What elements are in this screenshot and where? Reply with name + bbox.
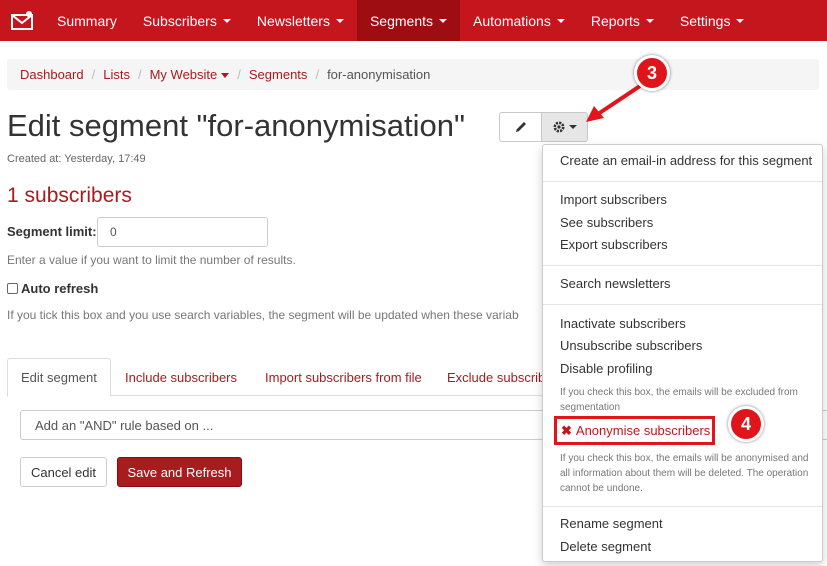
menu-import-subscribers[interactable]: Import subscribers [560,192,667,207]
auto-refresh-label: Auto refresh [21,281,99,296]
caret-down-icon [569,125,577,129]
auto-refresh-help: If you tick this box and you use search … [7,308,519,322]
page-title: Edit segment "for-anonymisation" [7,108,465,143]
menu-unsubscribe-subscribers[interactable]: Unsubscribe subscribers [560,338,702,353]
subscriber-count: 1 subscribers [7,184,132,207]
caret-down-icon [221,73,230,79]
menu-delete-segment[interactable]: Delete segment [560,539,651,554]
tab-exclude-subscribers[interactable]: Exclude subscrib [447,358,545,396]
breadcrumb-my-website[interactable]: My Website [150,67,230,82]
anonymise-help: If you check this box, the emails will b… [560,453,809,494]
step-4-callout: 4 [728,406,764,442]
menu-export-subscribers[interactable]: Export subscribers [560,237,668,252]
envelope-logo-icon [11,10,33,30]
and-rule-select[interactable]: Add an "AND" rule based on ... [20,410,550,440]
auto-refresh-row: Auto refresh [7,281,98,296]
menu-divider [543,304,822,305]
nav-summary[interactable]: Summary [44,0,130,41]
caret-down-icon [439,18,448,23]
caret-down-icon [645,18,654,23]
gear-icon [553,121,565,133]
menu-divider [543,506,822,507]
breadcrumb-segments[interactable]: Segments [249,67,308,82]
menu-search-newsletters[interactable]: Search newsletters [560,276,671,291]
menu-see-subscribers[interactable]: See subscribers [560,215,653,230]
caret-down-icon [556,18,565,23]
pencil-icon [515,122,526,132]
tab-include-subscribers[interactable]: Include subscribers [125,358,237,396]
edit-name-button[interactable] [499,112,542,142]
breadcrumb-current: for-anonymisation [327,67,431,82]
segment-tabs: Edit segment Include subscribers Import … [7,358,545,397]
nav-subscribers[interactable]: Subscribers [130,0,244,41]
menu-divider [543,265,822,266]
tab-edit-segment[interactable]: Edit segment [7,358,111,397]
breadcrumb-separator: / [137,67,142,82]
nav-automations[interactable]: Automations [460,0,578,41]
nav-segments[interactable]: Segments [356,0,461,41]
caret-down-icon [222,18,231,23]
segment-limit-help: Enter a value if you want to limit the n… [7,253,296,267]
breadcrumb-dashboard[interactable]: Dashboard [20,67,84,82]
tab-import-subscribers-from-file[interactable]: Import subscribers from file [265,358,422,396]
menu-create-email-in[interactable]: Create an email-in address for this segm… [560,153,812,168]
breadcrumb-separator: / [91,67,96,82]
menu-divider [543,181,822,182]
created-at: Created at: Yesterday, 17:49 [7,153,146,165]
step-3-callout: 3 [634,55,670,91]
disable-profiling-help: If you check this box, the emails will b… [560,387,798,413]
caret-down-icon [335,18,344,23]
breadcrumb-separator: / [315,67,320,82]
save-and-refresh-button[interactable]: Save and Refresh [117,457,242,487]
segment-limit-input[interactable] [97,217,268,247]
nav-newsletters[interactable]: Newsletters [244,0,357,41]
menu-rename-segment[interactable]: Rename segment [560,516,663,531]
title-button-group [499,112,588,142]
auto-refresh-checkbox[interactable] [7,283,18,294]
menu-anonymise-subscribers[interactable]: ✖ Anonymise subscribers [554,416,715,445]
breadcrumb: Dashboard / Lists / My Website / Segment… [7,59,819,90]
breadcrumb-lists[interactable]: Lists [103,67,130,82]
top-navbar: Summary Subscribers Newsletters Segments… [0,0,827,41]
nav-reports[interactable]: Reports [578,0,667,41]
breadcrumb-separator: / [237,67,241,82]
segment-actions-dropdown: Create an email-in address for this segm… [542,144,823,562]
close-x-icon: ✖ [561,422,572,438]
nav-settings[interactable]: Settings [667,0,758,41]
segment-limit-label: Segment limit: [7,224,97,239]
brand-logo[interactable] [0,0,44,41]
caret-down-icon [736,18,745,23]
menu-inactivate-subscribers[interactable]: Inactivate subscribers [560,316,686,331]
menu-disable-profiling[interactable]: Disable profiling [560,361,653,376]
cancel-edit-button[interactable]: Cancel edit [20,457,107,487]
